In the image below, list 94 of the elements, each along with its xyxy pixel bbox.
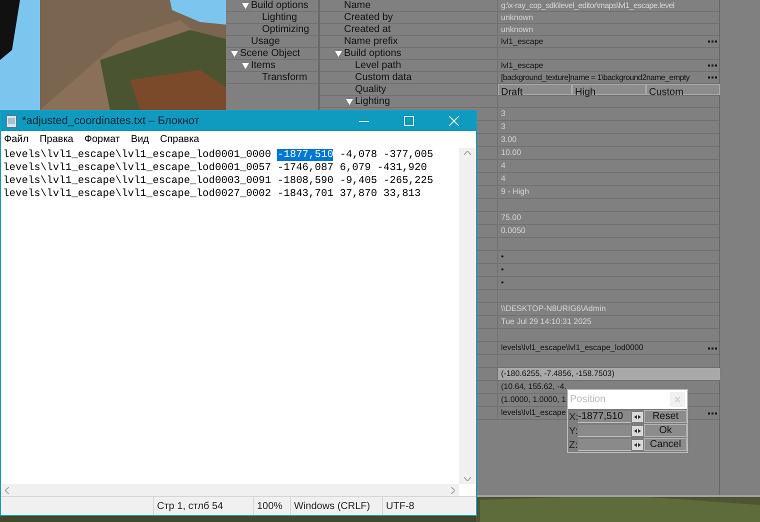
property-value[interactable]: levels\lvl1_escape [501, 407, 566, 419]
notepad-icon [6, 114, 17, 128]
spin-button[interactable] [632, 426, 643, 436]
ellipsis-icon[interactable] [708, 64, 717, 67]
scroll-right-icon [451, 486, 455, 494]
property-name: Name prefix [344, 35, 398, 48]
property-value[interactable]: • [501, 264, 504, 276]
spin-button[interactable] [632, 412, 643, 422]
property-value[interactable]: [background_texture]name = 1\background2name_empty [501, 72, 690, 84]
tree-item[interactable]: Transform [262, 70, 308, 85]
scroll-up-icon [464, 151, 471, 155]
expand-arrow-icon[interactable] [242, 2, 249, 8]
property-value: 3 [501, 108, 506, 120]
tree-item[interactable]: Scene Object [240, 46, 300, 61]
property-name: Created at [344, 23, 391, 36]
tree-item[interactable]: Items [251, 58, 276, 73]
spin-arrows-icon [634, 443, 641, 447]
property-value: 9 - High [501, 186, 530, 198]
property-name: Level path [355, 59, 402, 72]
property-value: unknown [501, 24, 534, 36]
property-name: Quality [355, 83, 386, 96]
tree-item[interactable]: Usage [251, 34, 280, 49]
property-value[interactable]: lvl1_escape [501, 36, 544, 48]
menu-item[interactable]: Вид [130, 132, 149, 147]
spin-arrows-icon [634, 415, 641, 419]
dialog-title: Position [570, 393, 606, 407]
property-value[interactable]: • [501, 251, 504, 263]
expand-arrow-icon[interactable] [335, 50, 342, 56]
horizontal-scrollbar[interactable] [1, 484, 459, 496]
status-text: Windows (CRLF) [294, 500, 370, 514]
expand-arrow-icon[interactable] [242, 62, 249, 68]
property-value: 75.00 [501, 212, 522, 224]
menu-item[interactable]: Справка [160, 132, 200, 147]
status-text: UTF-8 [386, 500, 414, 514]
spin-button[interactable] [632, 440, 643, 450]
property-value: 4 [501, 160, 506, 172]
scroll-left-icon [5, 486, 9, 494]
property-value: Tue Jul 29 14:10:31 2025 [501, 316, 592, 328]
close-icon [448, 116, 458, 126]
property-value[interactable]: (10.64, 155.62, -4. [501, 381, 566, 393]
vertical-scrollbar[interactable] [459, 148, 476, 484]
property-value[interactable]: (1.0000, 1.0000, 1 [501, 394, 566, 406]
tree-item[interactable]: Optimizing [262, 22, 310, 37]
property-value: 4 [501, 173, 506, 185]
tree-item[interactable]: Build options [251, 0, 308, 13]
field-label: X: [569, 410, 578, 424]
text-line: levels\lvl1_escape\lvl1_escape_lod0027_0002 -1843,701 37,870 33,813 [3, 188, 422, 201]
minimize-icon [358, 120, 368, 122]
property-name: Custom data [355, 71, 412, 84]
scroll-down-icon [464, 477, 471, 481]
property-value[interactable]: • [501, 277, 504, 289]
expand-arrow-icon[interactable] [346, 98, 353, 104]
tree-item[interactable]: Lighting [262, 10, 298, 25]
property-name: Lighting [355, 95, 390, 109]
status-text: 100% [257, 500, 283, 514]
ellipsis-icon[interactable] [708, 412, 717, 414]
property-name: Name [344, 0, 371, 12]
coordinate-field[interactable]: -1877,510 [578, 411, 631, 423]
quality-option[interactable]: High [572, 84, 646, 95]
coordinate-field[interactable] [578, 439, 631, 451]
property-value: 10.00 [501, 147, 522, 159]
menu-item[interactable]: Формат [84, 132, 120, 147]
expand-arrow-icon[interactable] [231, 50, 238, 56]
text-line: levels\lvl1_escape\lvl1_escape_lod0001_0000 -1877,510 -4,078 -377,005 [3, 149, 434, 162]
text-line: levels\lvl1_escape\lvl1_escape_lod0001_0057 -1746,087 6,079 -431,920 [3, 162, 428, 175]
property-name: Build options [344, 47, 402, 60]
coordinate-field[interactable] [578, 425, 631, 437]
dialog-button[interactable]: Cancel [644, 438, 687, 451]
status-text: Стр 1, стлб 54 [157, 500, 224, 514]
property-name: Created by [344, 11, 393, 24]
property-value: unknown [501, 12, 534, 24]
property-value: 0.0050 [501, 225, 526, 237]
property-value: \\DESKTOP-N8URIG6\Admin [501, 303, 606, 315]
text-line: levels\lvl1_escape\lvl1_escape_lod0003_0091 -1808,590 -9,405 -265,225 [3, 175, 434, 188]
dialog-button[interactable]: Reset [644, 410, 687, 423]
property-value: g:\x-ray_cop_sdk\level_editor\maps\lvl1_escape.level [501, 0, 674, 12]
quality-option[interactable]: Draft [498, 84, 572, 95]
ellipsis-icon[interactable] [708, 40, 717, 43]
menu-item[interactable]: Правка [40, 132, 74, 147]
property-value[interactable]: levels\lvl1_escape\lvl1_escape_lod0000 [501, 342, 644, 354]
window-title: *adjusted_coordinates.txt – Блокнот [22, 114, 200, 129]
ellipsis-icon[interactable] [708, 76, 717, 79]
property-value: 3.00 [501, 134, 517, 146]
quality-option[interactable]: Custom [646, 84, 720, 95]
close-icon [675, 397, 680, 402]
menu-item[interactable]: Файл [4, 132, 29, 147]
spin-arrows-icon [634, 429, 641, 433]
field-label: Z: [569, 438, 578, 452]
maximize-icon [404, 116, 414, 126]
property-value[interactable]: lvl1_escape [501, 60, 544, 72]
field-label: Y: [569, 424, 578, 438]
ellipsis-icon[interactable] [708, 346, 717, 350]
dialog-button[interactable]: Ok [644, 424, 687, 437]
property-value: 3 [501, 121, 506, 133]
